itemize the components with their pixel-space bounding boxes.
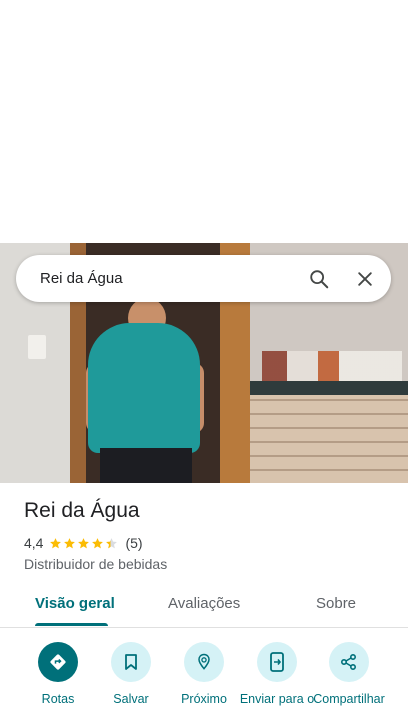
map-area[interactable]	[0, 0, 408, 243]
star-icon	[64, 537, 76, 548]
directions-icon	[38, 642, 78, 682]
share-icon	[329, 642, 369, 682]
share-button[interactable]: Compartilhar	[309, 642, 389, 706]
nearby-button[interactable]: Próximo	[164, 642, 244, 706]
rating-value: 4,4	[24, 535, 44, 551]
send-to-phone-button[interactable]: Enviar para o	[237, 642, 317, 706]
send-to-phone-icon	[257, 642, 297, 682]
send-to-phone-label: Enviar para o	[239, 692, 315, 706]
tab-about[interactable]: Sobre	[316, 595, 356, 612]
tab-reviews[interactable]: Avaliações	[168, 595, 240, 612]
save-label: Salvar	[113, 692, 149, 706]
tab-bar: Visão geral Avaliações Sobre	[0, 585, 408, 628]
search-icon[interactable]	[299, 259, 339, 299]
star-icon	[106, 537, 118, 548]
directions-button[interactable]: Rotas	[18, 642, 98, 706]
bookmark-icon	[111, 642, 151, 682]
nearby-icon	[184, 642, 224, 682]
star-icon	[78, 537, 90, 548]
tab-indicator	[35, 623, 108, 626]
nearby-label: Próximo	[181, 692, 227, 706]
star-icon	[92, 537, 104, 548]
place-title: Rei da Água	[24, 499, 140, 522]
search-bar[interactable]: Rei da Água	[16, 255, 391, 302]
save-button[interactable]: Salvar	[91, 642, 171, 706]
close-icon[interactable]	[345, 259, 385, 299]
share-label: Compartilhar	[313, 692, 385, 706]
action-bar: Rotas Salvar Próximo Enviar para o Compa…	[0, 640, 408, 726]
search-query[interactable]: Rei da Água	[40, 270, 299, 287]
star-icon	[50, 537, 62, 548]
rating-row[interactable]: 4,4 (5)	[24, 535, 143, 551]
rating-stars	[49, 537, 119, 550]
review-count[interactable]: (5)	[125, 535, 142, 551]
place-category: Distribuidor de bebidas	[24, 556, 168, 572]
directions-label: Rotas	[41, 692, 75, 706]
tab-overview[interactable]: Visão geral	[35, 595, 115, 612]
